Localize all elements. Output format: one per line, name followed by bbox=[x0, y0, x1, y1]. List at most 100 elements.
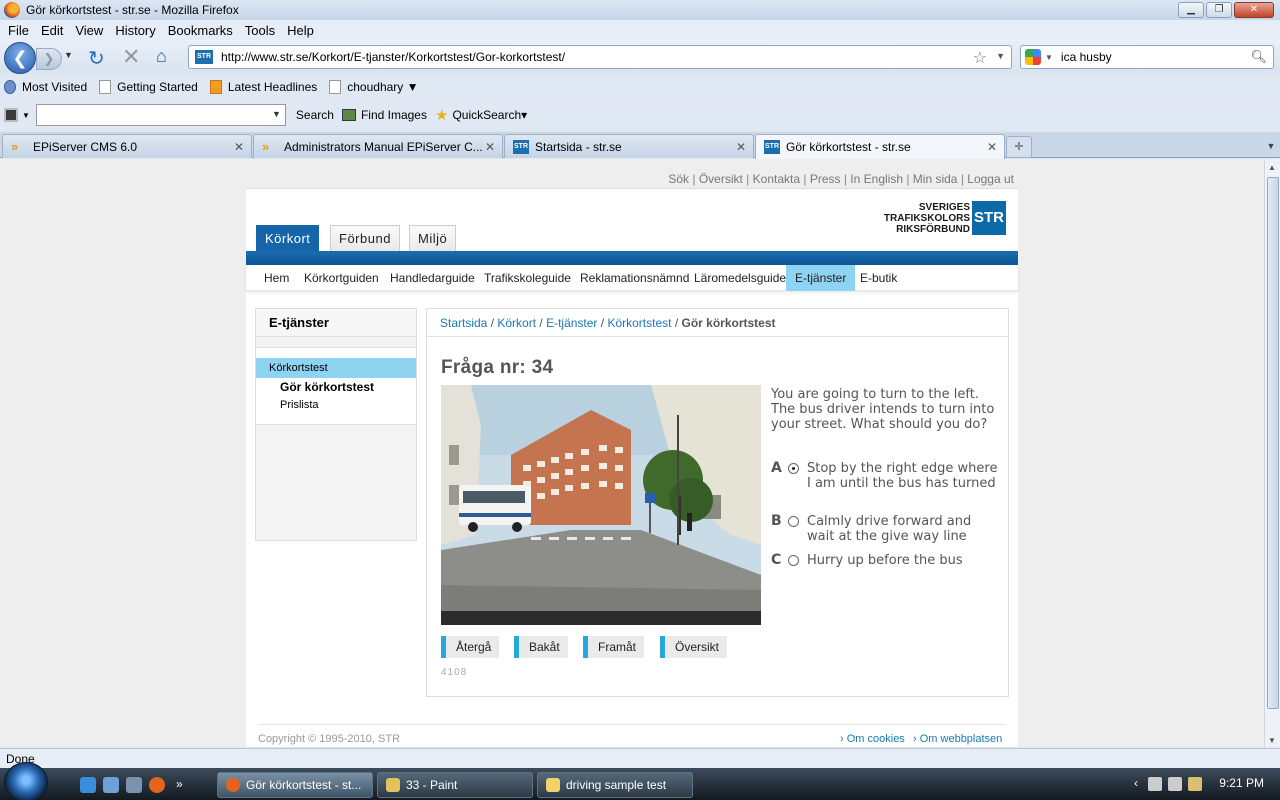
answer-radio[interactable] bbox=[788, 516, 799, 527]
url-dropdown-icon[interactable]: ▼ bbox=[996, 51, 1005, 61]
network-icon[interactable] bbox=[1148, 777, 1162, 791]
url-bar[interactable]: STR http://www.str.se/Korkort/E-tjanster… bbox=[188, 45, 1012, 69]
clock[interactable]: 9:21 PM bbox=[1219, 776, 1264, 790]
film-icon[interactable] bbox=[4, 108, 18, 122]
switch-windows-icon[interactable] bbox=[126, 777, 142, 793]
breadcrumb-korkortstest[interactable]: Körkortstest bbox=[607, 316, 671, 330]
subnav-laromedelsguide[interactable]: Läromedelsguide bbox=[685, 265, 795, 291]
footer-link-om-webbplatsen[interactable]: › Om webbplatsen bbox=[913, 733, 1002, 745]
menu-help[interactable]: Help bbox=[281, 23, 320, 38]
search-box[interactable]: ▼ ica husby 🔍︎ bbox=[1020, 45, 1274, 69]
forward-button[interactable]: ❯ bbox=[36, 48, 62, 70]
subnav-trafikskoleguide[interactable]: Trafikskoleguide bbox=[475, 265, 580, 291]
close-window-button[interactable]: ✕ bbox=[1234, 2, 1274, 18]
volume-icon[interactable] bbox=[1168, 777, 1182, 791]
firefox-quicklaunch-icon[interactable] bbox=[149, 777, 165, 793]
bakat-button[interactable]: Bakåt bbox=[514, 636, 568, 658]
menu-tools[interactable]: Tools bbox=[239, 23, 281, 38]
new-tab-button[interactable]: ✛ bbox=[1006, 136, 1032, 158]
sidebar-item-prislista[interactable]: Prislista bbox=[256, 396, 416, 414]
main-tab-forbund[interactable]: Förbund bbox=[330, 225, 400, 251]
bookmark-star-icon[interactable]: ☆ bbox=[973, 48, 987, 68]
tab-startsida[interactable]: STR Startsida - str.se ✕ bbox=[504, 134, 754, 158]
answer-option-c[interactable]: C Hurry up before the bus bbox=[771, 553, 1001, 569]
bookmark-choudhary[interactable]: choudhary ▼ bbox=[329, 80, 419, 94]
toolbar-dropdown-icon[interactable]: ▼ bbox=[22, 111, 30, 120]
taskbar-driving-sample-test[interactable]: driving sample test bbox=[537, 772, 693, 798]
ie-icon[interactable] bbox=[80, 777, 96, 793]
toplink-kontakta[interactable]: Kontakta bbox=[753, 172, 800, 186]
reload-icon[interactable]: ↻ bbox=[88, 46, 105, 71]
back-button[interactable]: ❮ bbox=[4, 42, 36, 74]
answer-option-a[interactable]: A Stop by the right edge where I am unti… bbox=[771, 461, 1001, 492]
restore-button[interactable]: ❐ bbox=[1206, 2, 1232, 18]
menu-edit[interactable]: Edit bbox=[35, 23, 69, 38]
menu-bookmarks[interactable]: Bookmarks bbox=[162, 23, 239, 38]
bookmark-most-visited[interactable]: Most Visited bbox=[4, 80, 87, 94]
close-tab-icon[interactable]: ✕ bbox=[231, 140, 247, 154]
taskbar-paint[interactable]: 33 - Paint bbox=[377, 772, 533, 798]
sidebar-item-gor-korkortstest[interactable]: Gör körkortstest bbox=[256, 378, 416, 396]
tab-admin-manual[interactable]: » Administrators Manual EPiServer C... ✕ bbox=[253, 134, 503, 158]
home-icon[interactable]: ⌂ bbox=[156, 46, 167, 67]
search-icon[interactable]: 🔍︎ bbox=[1250, 49, 1267, 65]
breadcrumb-startsida[interactable]: Startsida bbox=[440, 316, 487, 330]
subnav-handledarguide[interactable]: Handledarguide bbox=[381, 265, 484, 291]
list-all-tabs-icon[interactable]: ▼ bbox=[1262, 136, 1280, 158]
power-icon[interactable] bbox=[1188, 777, 1202, 791]
tab-gor-korkortstest[interactable]: STR Gör körkortstest - str.se ✕ bbox=[755, 134, 1005, 159]
vertical-scrollbar[interactable]: ▲ ▼ bbox=[1264, 159, 1280, 747]
toplink-min-sida[interactable]: Min sida bbox=[913, 172, 958, 186]
str-logo[interactable]: SVERIGES TRAFIKSKOLORS RIKSFÖRBUND STR bbox=[884, 201, 1006, 235]
close-tab-icon[interactable]: ✕ bbox=[482, 140, 498, 154]
quicksearch-button[interactable]: ★ QuickSearch▾ bbox=[435, 106, 527, 124]
subnav-e-butik[interactable]: E-butik bbox=[851, 265, 906, 291]
subnav-e-tjanster[interactable]: E-tjänster bbox=[786, 265, 856, 291]
taskbar-firefox[interactable]: Gör körkortstest - st... bbox=[217, 772, 373, 798]
find-images-button[interactable]: Find Images bbox=[341, 108, 427, 122]
subnav-hem[interactable]: Hem bbox=[255, 265, 298, 291]
close-tab-icon[interactable]: ✕ bbox=[733, 140, 749, 154]
show-desktop-icon[interactable] bbox=[103, 777, 119, 793]
toplink-in-english[interactable]: In English bbox=[850, 172, 903, 186]
more-quicklaunch-icon[interactable]: » bbox=[176, 777, 192, 793]
subnav-reklamationsnamnd[interactable]: Reklamationsnämnd bbox=[571, 265, 698, 291]
search-input[interactable]: ica husby bbox=[1061, 50, 1112, 64]
scroll-down-icon[interactable]: ▼ bbox=[1268, 736, 1276, 745]
toolbar-search-combo[interactable] bbox=[35, 104, 286, 126]
scrollbar-thumb[interactable] bbox=[1267, 177, 1279, 709]
breadcrumb-e-tjanster[interactable]: E-tjänster bbox=[546, 316, 597, 330]
answer-radio[interactable] bbox=[788, 555, 799, 566]
answer-radio[interactable] bbox=[788, 463, 799, 474]
footer-link-om-cookies[interactable]: › Om cookies bbox=[840, 733, 905, 745]
bookmark-latest-headlines[interactable]: Latest Headlines bbox=[209, 80, 317, 94]
toplink-press[interactable]: Press bbox=[810, 172, 841, 186]
history-dropdown-icon[interactable]: ▼ bbox=[64, 50, 73, 60]
close-tab-icon[interactable]: ✕ bbox=[984, 140, 1000, 154]
google-icon[interactable] bbox=[1025, 49, 1041, 65]
menu-view[interactable]: View bbox=[69, 23, 109, 38]
toplink-sok[interactable]: Sök bbox=[668, 172, 689, 186]
framat-button[interactable]: Framåt bbox=[583, 636, 645, 658]
scroll-up-icon[interactable]: ▲ bbox=[1268, 163, 1276, 172]
minimize-button[interactable]: ▁ bbox=[1178, 2, 1204, 18]
tab-episerver-cms[interactable]: » EPiServer CMS 6.0 ✕ bbox=[2, 134, 252, 158]
bookmark-getting-started[interactable]: Getting Started bbox=[99, 80, 198, 94]
menu-history[interactable]: History bbox=[109, 23, 161, 38]
toplink-logga-ut[interactable]: Logga ut bbox=[967, 172, 1014, 186]
stop-icon[interactable]: ✕ bbox=[122, 44, 140, 70]
subnav-korkortguiden[interactable]: Körkortguiden bbox=[295, 265, 388, 291]
breadcrumb-korkort[interactable]: Körkort bbox=[497, 316, 536, 330]
main-tab-miljo[interactable]: Miljö bbox=[409, 225, 457, 251]
search-engine-dropdown-icon[interactable]: ▼ bbox=[1045, 53, 1053, 62]
answer-option-b[interactable]: B Calmly drive forward and wait at the g… bbox=[771, 514, 1001, 545]
sidebar-item-korkortstest[interactable]: Körkortstest bbox=[256, 358, 416, 378]
toplink-oversikt[interactable]: Översikt bbox=[699, 172, 743, 186]
tray-expand-icon[interactable]: ‹ bbox=[1134, 776, 1138, 790]
main-tab-korkort[interactable]: Körkort bbox=[256, 225, 320, 251]
atergå-button[interactable]: Återgå bbox=[441, 636, 500, 658]
toolbar-search-button[interactable]: Search bbox=[296, 108, 334, 122]
start-button[interactable] bbox=[4, 762, 48, 800]
url-text[interactable]: http://www.str.se/Korkort/E-tjanster/Kor… bbox=[221, 50, 565, 64]
menu-file[interactable]: File bbox=[2, 23, 35, 38]
